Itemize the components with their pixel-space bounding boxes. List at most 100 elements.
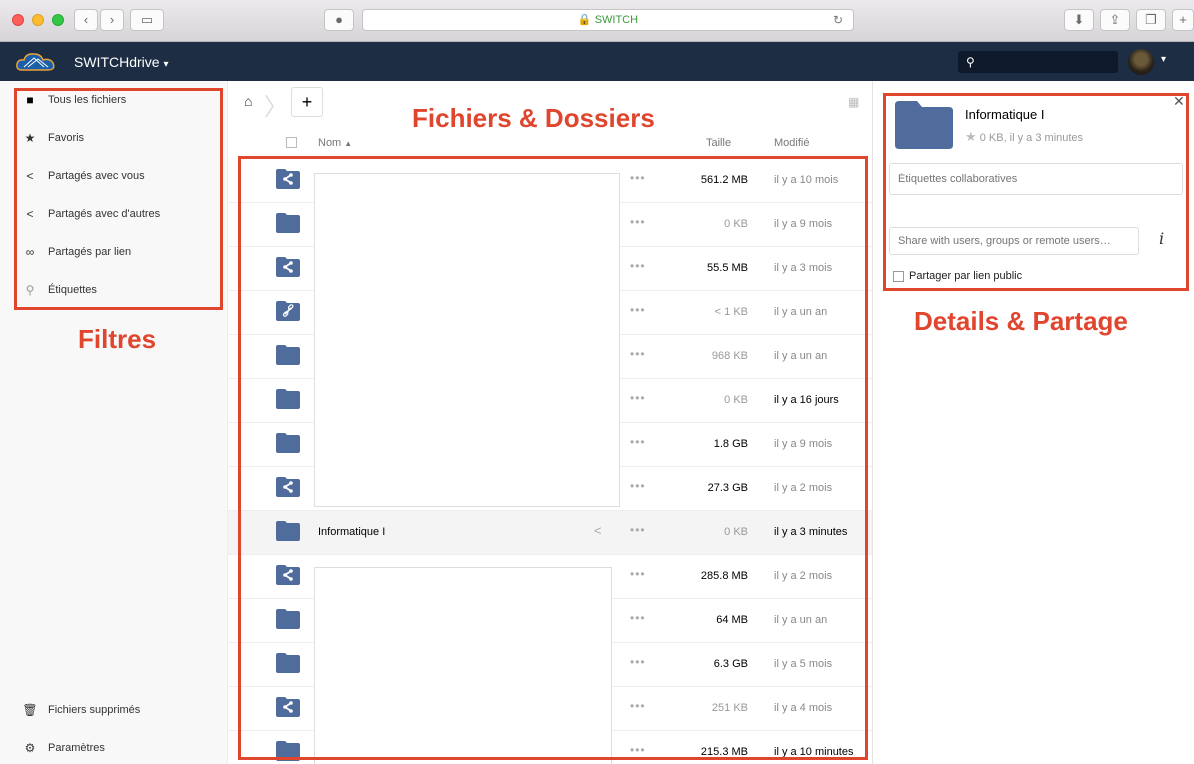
annotation-label-filters: Filtres bbox=[78, 324, 157, 354]
file-size: 64 MB bbox=[716, 614, 748, 626]
folder-icon bbox=[276, 609, 300, 629]
extension-icon[interactable]: ● bbox=[324, 9, 354, 31]
column-size[interactable]: Taille bbox=[706, 137, 731, 149]
sidebar-item-shared-with-others[interactable]: < Partagés avec d'autres bbox=[0, 195, 228, 233]
zoom-window-button[interactable] bbox=[52, 14, 64, 26]
file-size: 215.3 MB bbox=[700, 746, 748, 758]
grid-view-icon[interactable]: ▦ bbox=[848, 95, 860, 109]
tabs-overview-button[interactable]: ❐ bbox=[1136, 9, 1166, 31]
more-actions-icon[interactable]: ••• bbox=[630, 743, 646, 757]
sidebar-item-label: Paramètres bbox=[48, 742, 105, 754]
reload-icon[interactable]: ↻ bbox=[833, 10, 843, 30]
search-input[interactable] bbox=[978, 55, 1109, 69]
file-size: 0 KB bbox=[724, 218, 748, 230]
forward-button[interactable]: › bbox=[100, 9, 124, 31]
file-size: 0 KB bbox=[724, 394, 748, 406]
home-icon[interactable]: ⌂ bbox=[244, 93, 252, 109]
more-actions-icon[interactable]: ••• bbox=[630, 171, 646, 185]
info-icon[interactable]: i bbox=[1159, 229, 1164, 248]
sidebar-item-shared-by-link[interactable]: ∞ Partagés par lien bbox=[0, 233, 228, 271]
file-size: 6.3 GB bbox=[713, 658, 748, 670]
more-actions-icon[interactable]: ••• bbox=[630, 259, 646, 273]
more-actions-icon[interactable]: ••• bbox=[630, 215, 646, 229]
annotation-label-details: Details & Partage bbox=[914, 306, 1128, 336]
downloads-button[interactable]: ⬇ bbox=[1064, 9, 1094, 31]
column-name[interactable]: Nom ▲ bbox=[318, 137, 352, 149]
folder-icon bbox=[276, 521, 300, 541]
folder-icon bbox=[276, 653, 300, 673]
table-row[interactable]: Informatique I < ••• 0 KB il y a 3 minutes bbox=[228, 511, 872, 555]
file-modified: il y a 10 minutes bbox=[774, 746, 854, 758]
public-link-label[interactable]: Partager par lien public bbox=[909, 270, 1022, 282]
file-size: 27.3 GB bbox=[707, 482, 748, 494]
more-actions-icon[interactable]: ••• bbox=[630, 391, 646, 405]
sidebar-item-deleted-files[interactable]: 🗑 Fichiers supprimés bbox=[0, 691, 228, 729]
more-actions-icon[interactable]: ••• bbox=[630, 611, 646, 625]
app-header: SWITCHdrive ▾ ⚲ ▾ bbox=[0, 42, 1194, 81]
close-window-button[interactable] bbox=[12, 14, 24, 26]
address-bar[interactable]: 🔒 SWITCH ↻ bbox=[362, 9, 854, 31]
add-button[interactable]: + bbox=[291, 87, 323, 117]
new-tab-button[interactable]: + bbox=[1172, 9, 1194, 31]
share-icon[interactable]: < bbox=[594, 523, 602, 538]
column-modified[interactable]: Modifié bbox=[774, 137, 809, 149]
shared-folder-icon bbox=[276, 697, 300, 717]
browser-toolbar: ‹ › ▭ ● 🔒 SWITCH ↻ ⬇ ⇪ ❐ + bbox=[0, 0, 1194, 42]
shared-folder-icon bbox=[276, 565, 300, 585]
folder-icon bbox=[895, 101, 953, 149]
more-actions-icon[interactable]: ••• bbox=[630, 699, 646, 713]
search-box[interactable]: ⚲ bbox=[958, 51, 1118, 73]
share-input[interactable] bbox=[889, 227, 1139, 255]
file-modified: il y a 2 mois bbox=[774, 570, 833, 582]
file-size: 968 KB bbox=[711, 350, 748, 362]
folder-icon bbox=[276, 741, 300, 761]
sidebar-item-shared-with-you[interactable]: < Partagés avec vous bbox=[0, 157, 228, 195]
close-icon[interactable]: ✕ bbox=[1173, 93, 1185, 110]
sidebar-item-label: Étiquettes bbox=[48, 284, 97, 296]
more-actions-icon[interactable]: ••• bbox=[630, 523, 646, 537]
more-actions-icon[interactable]: ••• bbox=[630, 347, 646, 361]
star-icon[interactable]: ★ bbox=[965, 129, 977, 144]
more-actions-icon[interactable]: ••• bbox=[630, 435, 646, 449]
more-actions-icon[interactable]: ••• bbox=[630, 567, 646, 581]
folder-icon bbox=[276, 389, 300, 409]
file-modified: il y a 3 minutes bbox=[774, 526, 848, 538]
folder-icon bbox=[276, 433, 300, 453]
app-menu[interactable]: SWITCHdrive ▾ bbox=[74, 54, 168, 70]
search-icon: ⚲ bbox=[966, 55, 975, 69]
sidebar-item-settings[interactable]: ⚙ Paramètres bbox=[0, 729, 228, 764]
sidebar-item-favorites[interactable]: ★ Favoris bbox=[0, 119, 228, 157]
select-all-checkbox[interactable] bbox=[286, 137, 297, 148]
app-name: SWITCHdrive bbox=[74, 54, 160, 70]
cloud-logo-icon[interactable] bbox=[14, 50, 58, 74]
shared-folder-icon bbox=[276, 477, 300, 497]
folder-icon: ■ bbox=[26, 93, 34, 107]
file-modified: il y a 5 mois bbox=[774, 658, 833, 670]
breadcrumb-separator-icon: 〉 bbox=[264, 94, 288, 121]
back-button[interactable]: ‹ bbox=[74, 9, 98, 31]
public-link-checkbox[interactable] bbox=[893, 271, 904, 282]
sidebar-item-tags[interactable]: ⚲ Étiquettes bbox=[0, 271, 228, 309]
details-file-name: Informatique I bbox=[965, 107, 1045, 122]
tags-input[interactable] bbox=[889, 163, 1183, 195]
share-page-button[interactable]: ⇪ bbox=[1100, 9, 1130, 31]
sidebar-item-label: Tous les fichiers bbox=[48, 94, 127, 106]
more-actions-icon[interactable]: ••• bbox=[630, 655, 646, 669]
chevron-down-icon[interactable]: ▾ bbox=[1161, 54, 1166, 65]
sidebar-item-all-files[interactable]: ■ Tous les fichiers bbox=[0, 81, 228, 119]
annotation-label-files: Fichiers & Dossiers bbox=[412, 103, 655, 133]
sidebar-item-label: Partagés avec d'autres bbox=[48, 208, 161, 220]
redacted-area bbox=[314, 173, 620, 507]
file-name[interactable]: Informatique I bbox=[318, 526, 385, 538]
file-size: 561.2 MB bbox=[700, 174, 748, 186]
shared-folder-icon bbox=[276, 169, 300, 189]
more-actions-icon[interactable]: ••• bbox=[630, 303, 646, 317]
link-folder-icon bbox=[276, 301, 300, 321]
more-actions-icon[interactable]: ••• bbox=[630, 479, 646, 493]
file-size: 55.5 MB bbox=[707, 262, 748, 274]
avatar[interactable] bbox=[1128, 49, 1154, 75]
folder-icon bbox=[276, 213, 300, 233]
sidebar-toggle-button[interactable]: ▭ bbox=[130, 9, 164, 31]
minimize-window-button[interactable] bbox=[32, 14, 44, 26]
file-size: 1.8 GB bbox=[713, 438, 748, 450]
